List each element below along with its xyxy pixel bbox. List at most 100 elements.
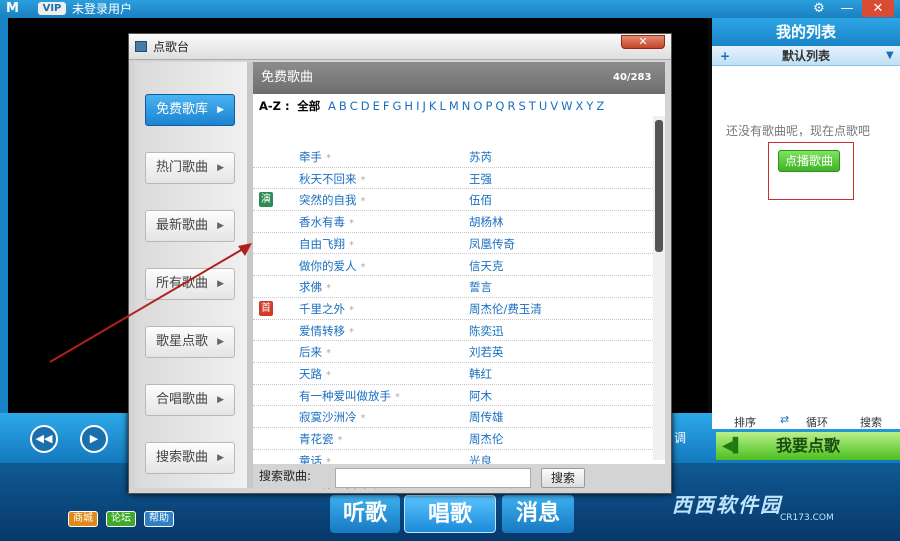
sort-button[interactable]: 排序 xyxy=(734,414,756,430)
letter-e[interactable]: E xyxy=(373,99,380,113)
category-hot-songs[interactable]: 热门歌曲 ▶ xyxy=(145,152,235,184)
category-free-library[interactable]: 免费歌库 ▶ xyxy=(145,94,235,126)
letter-n[interactable]: N xyxy=(462,99,471,113)
singer-name[interactable]: 韩红 xyxy=(469,366,492,382)
song-row[interactable]: 后来 * 刘若英 xyxy=(253,341,653,363)
playlist-search-button[interactable]: 搜索 xyxy=(860,414,882,430)
letter-w[interactable]: W xyxy=(561,99,572,113)
search-button[interactable]: 搜索 xyxy=(541,468,585,488)
category-all-songs[interactable]: 所有歌曲 ▶ xyxy=(145,268,235,300)
category-new-songs[interactable]: 最新歌曲 ▶ xyxy=(145,210,235,242)
scrollbar-thumb[interactable] xyxy=(655,120,663,252)
letter-b[interactable]: B xyxy=(339,99,347,113)
song-row[interactable]: 首 千里之外 * 周杰伦/费玉清 xyxy=(253,298,653,320)
minimize-button[interactable]: — xyxy=(836,0,858,17)
login-status[interactable]: 未登录用户 xyxy=(72,1,132,17)
letter-v[interactable]: V xyxy=(550,99,558,113)
singer-name[interactable]: 陈奕迅 xyxy=(469,323,504,339)
singer-name[interactable]: 誓言 xyxy=(469,279,492,295)
song-title[interactable]: 自由飞翔 * xyxy=(299,236,354,252)
letter-h[interactable]: H xyxy=(404,99,413,113)
letter-o[interactable]: O xyxy=(473,99,482,113)
chevron-down-icon[interactable]: ▼ xyxy=(886,46,894,66)
song-search-input[interactable] xyxy=(335,468,531,488)
song-title[interactable]: 求佛 * xyxy=(299,279,331,295)
song-row[interactable]: 牵手 * 苏芮 xyxy=(253,146,653,168)
letter-a[interactable]: A xyxy=(328,99,336,113)
singer-name[interactable]: 刘若英 xyxy=(469,344,504,360)
letter-r[interactable]: R xyxy=(507,99,515,113)
letter-g[interactable]: G xyxy=(393,99,402,113)
song-title[interactable]: 香水有毒 * xyxy=(299,214,354,230)
song-row[interactable]: 爱情转移 * 陈奕迅 xyxy=(253,320,653,342)
add-list-button[interactable]: + xyxy=(720,46,730,66)
letter-d[interactable]: D xyxy=(361,99,370,113)
category-singer[interactable]: 歌星点歌 ▶ xyxy=(145,326,235,358)
song-title[interactable]: 有一种爱叫做放手 * xyxy=(299,388,400,404)
letter-u[interactable]: U xyxy=(539,99,547,113)
song-title[interactable]: 突然的自我 * xyxy=(299,192,366,208)
singer-name[interactable]: 周传雄 xyxy=(469,409,504,425)
song-row[interactable]: 有一种爱叫做放手 * 阿木 xyxy=(253,385,653,407)
letter-s[interactable]: S xyxy=(518,99,525,113)
vip-badge[interactable]: VIP xyxy=(38,2,66,15)
play-button[interactable]: ▶ xyxy=(80,425,108,453)
dialog-close-button[interactable]: ✕ xyxy=(621,35,665,49)
letter-i[interactable]: I xyxy=(416,99,419,113)
forum-button[interactable]: 论坛 xyxy=(106,511,136,527)
previous-button[interactable]: ◀◀ xyxy=(30,425,58,453)
letter-x[interactable]: X xyxy=(575,99,583,113)
song-title[interactable]: 天路 * xyxy=(299,366,331,382)
singer-name[interactable]: 苏芮 xyxy=(469,149,492,165)
help-button[interactable]: 帮助 xyxy=(144,511,174,527)
mall-button[interactable]: 商城 xyxy=(68,511,98,527)
az-all[interactable]: 全部 xyxy=(297,99,320,113)
song-row[interactable]: 青花瓷 * 周杰伦 xyxy=(253,428,653,450)
song-title[interactable]: 秋天不回来 * xyxy=(299,171,366,187)
tab-listen[interactable]: 听歌 xyxy=(330,495,400,533)
song-row[interactable]: 自由飞翔 * 凤凰传奇 xyxy=(253,233,653,255)
song-title[interactable]: 千里之外 * xyxy=(299,301,354,317)
letter-p[interactable]: P xyxy=(485,99,492,113)
letter-m[interactable]: M xyxy=(449,99,459,113)
letter-q[interactable]: Q xyxy=(495,99,504,113)
category-search[interactable]: 搜索歌曲 ▶ xyxy=(145,442,235,474)
close-button[interactable]: ✕ xyxy=(862,0,894,17)
singer-name[interactable]: 周杰伦 xyxy=(469,431,504,447)
song-row[interactable]: 寂寞沙洲冷 * 周传雄 xyxy=(253,406,653,429)
singer-name[interactable]: 凤凰传奇 xyxy=(469,236,515,252)
song-title[interactable]: 寂寞沙洲冷 * xyxy=(299,409,366,425)
song-row[interactable]: 香水有毒 * 胡杨林 xyxy=(253,211,653,233)
singer-name[interactable]: 王强 xyxy=(469,171,492,187)
category-duet[interactable]: 合唱歌曲 ▶ xyxy=(145,384,235,416)
letter-t[interactable]: T xyxy=(529,99,536,113)
singer-name[interactable]: 伍佰 xyxy=(469,192,492,208)
letter-y[interactable]: Y xyxy=(586,99,593,113)
song-row[interactable]: 秋天不回来 * 王强 xyxy=(253,168,653,190)
letter-c[interactable]: C xyxy=(350,99,358,113)
letter-j[interactable]: J xyxy=(422,99,425,113)
tab-message[interactable]: 消息 xyxy=(502,495,574,533)
singer-name[interactable]: 周杰伦/费玉清 xyxy=(469,301,542,317)
tab-sing[interactable]: 唱歌 xyxy=(404,495,496,533)
letter-f[interactable]: F xyxy=(383,99,390,113)
song-title[interactable]: 后来 * xyxy=(299,344,331,360)
song-row[interactable]: 求佛 * 誓言 xyxy=(253,276,653,298)
song-row[interactable]: 天路 * 韩红 xyxy=(253,363,653,385)
loop-button[interactable]: 循环 xyxy=(806,414,828,430)
song-row[interactable]: 演 突然的自我 * 伍佰 xyxy=(253,189,653,212)
letter-k[interactable]: K xyxy=(429,99,437,113)
letter-l[interactable]: L xyxy=(439,99,445,113)
playlist-name[interactable]: 默认列表 xyxy=(712,46,900,66)
singer-name[interactable]: 胡杨林 xyxy=(469,214,504,230)
song-title[interactable]: 做你的爱人 * xyxy=(299,258,366,274)
singer-name[interactable]: 阿木 xyxy=(469,388,492,404)
song-title[interactable]: 爱情转移 * xyxy=(299,323,354,339)
singer-name[interactable]: 信天克 xyxy=(469,258,504,274)
song-title[interactable]: 牵手 * xyxy=(299,149,331,165)
song-row[interactable]: 做你的爱人 * 信天克 xyxy=(253,255,653,277)
letter-z[interactable]: Z xyxy=(596,99,604,113)
song-title[interactable]: 青花瓷 * xyxy=(299,431,343,447)
adjust-button[interactable]: 调 xyxy=(674,429,686,446)
gear-icon[interactable]: ⚙ xyxy=(808,0,830,17)
